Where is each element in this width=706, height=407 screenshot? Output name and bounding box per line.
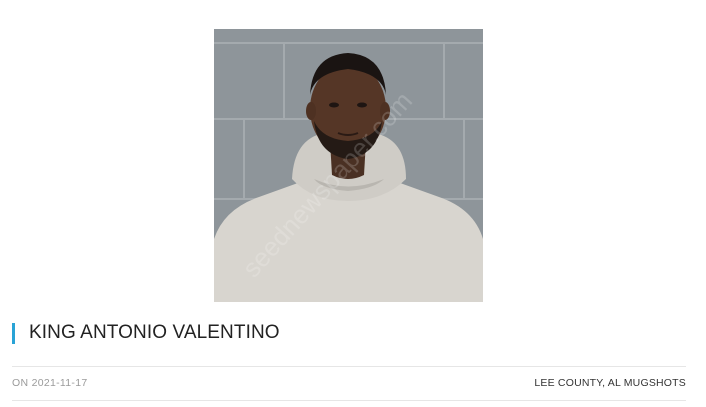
mugshot-photo[interactable]: seednewspaper.com <box>214 29 483 302</box>
mugshot-illustration: seednewspaper.com <box>214 29 483 302</box>
meta-divider-top <box>12 366 686 367</box>
post-date: ON 2021-11-17 <box>12 377 88 389</box>
category-link[interactable]: LEE COUNTY, AL MUGSHOTS <box>534 377 686 389</box>
post-title: KING ANTONIO VALENTINO <box>29 322 280 343</box>
meta-divider-bottom <box>12 400 686 401</box>
post-title-row: KING ANTONIO VALENTINO <box>12 322 280 344</box>
title-accent-bar <box>12 322 15 344</box>
